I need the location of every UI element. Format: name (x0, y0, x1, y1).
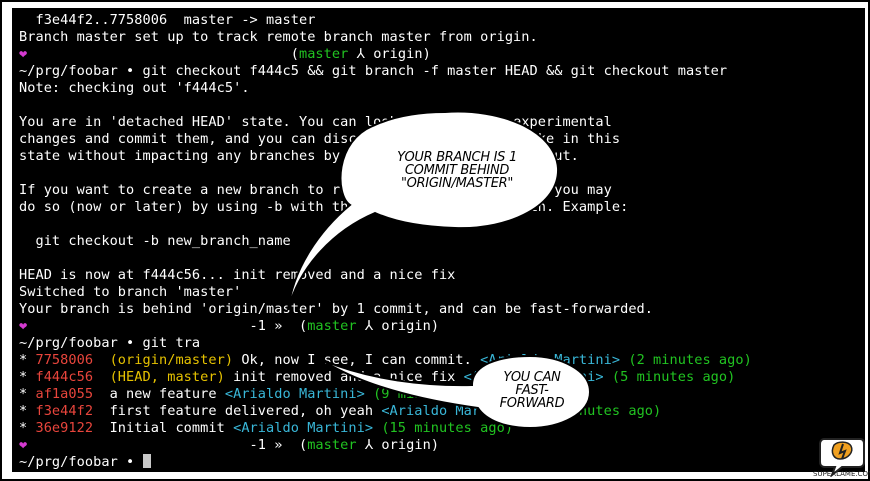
bubble-bottom-text: YOU CAN FAST- FORWARD (480, 371, 584, 410)
bubble-top-text: YOUR BRANCH IS 1 COMMIT BEHIND "ORIGIN/M… (362, 151, 552, 190)
bubble-top-line3: "ORIGIN/MASTER" (400, 176, 514, 191)
watermark-text: SUPERLAME.COM (813, 470, 870, 478)
speech-bubble-top (287, 110, 560, 311)
bubble-bottom-line3: FORWARD (499, 396, 565, 411)
speech-bubbles (287, 110, 592, 430)
